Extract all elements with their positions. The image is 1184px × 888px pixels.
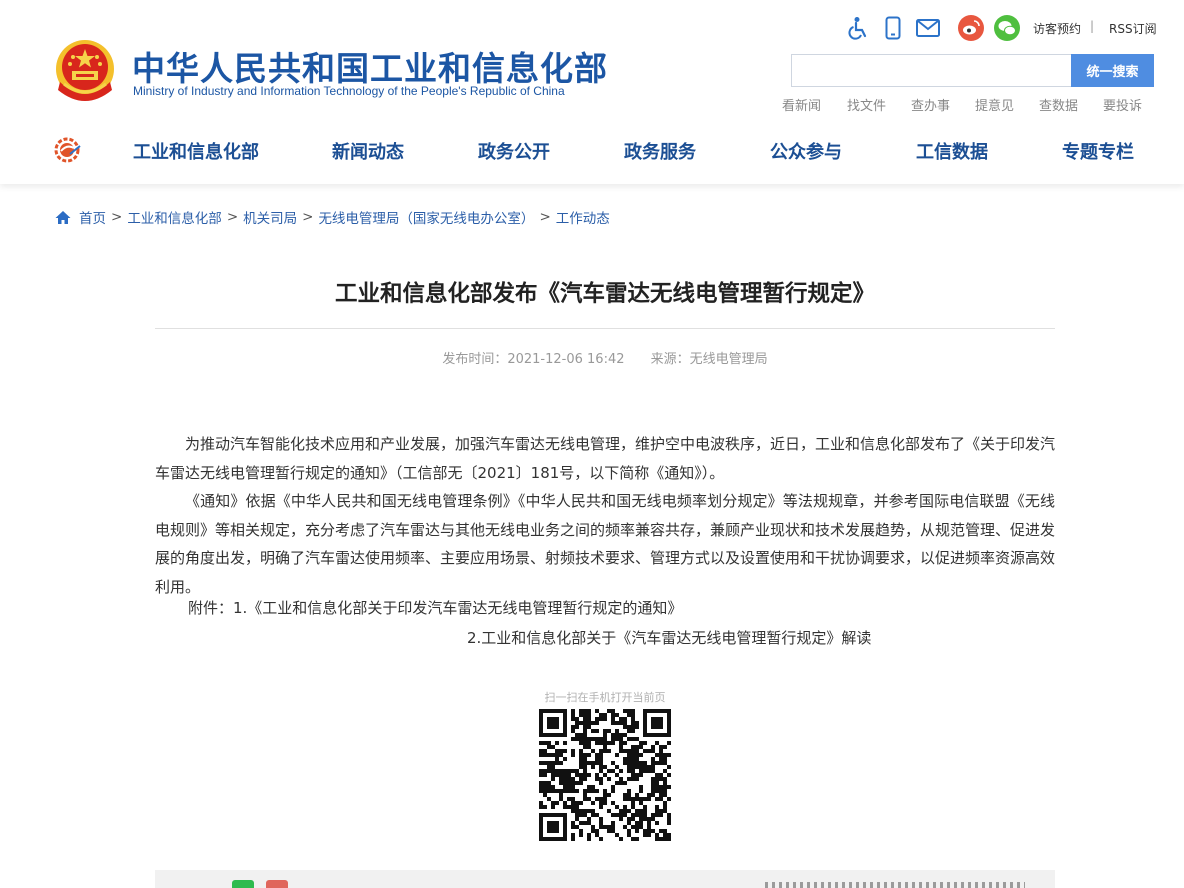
breadcrumb-separator: > xyxy=(302,209,314,225)
article-title: 工业和信息化部发布《汽车雷达无线电管理暂行规定》 xyxy=(334,281,875,307)
quick-link-documents[interactable]: 找文件 xyxy=(847,95,886,114)
mobile-icon[interactable] xyxy=(880,14,906,42)
qr-modules xyxy=(539,709,671,841)
publish-time: 发布时间：2021-12-06 16:42 xyxy=(442,352,625,367)
accessibility-icon[interactable] xyxy=(846,14,872,42)
share-bar-text xyxy=(765,882,1025,888)
nav-government-services[interactable]: 政务服务 xyxy=(624,138,696,164)
breadcrumb-work-updates[interactable]: 工作动态 xyxy=(556,207,610,227)
quick-link-data[interactable]: 查数据 xyxy=(1039,95,1078,114)
nav-ministry[interactable]: 工业和信息化部 xyxy=(133,138,259,164)
home-icon[interactable] xyxy=(55,210,71,225)
article-paragraph: 《通知》依据《中华人民共和国无线电管理条例》《中华人民共和国无线电频率划分规定》… xyxy=(155,492,1056,596)
mail-icon[interactable] xyxy=(915,14,941,42)
share-wechat-icon[interactable] xyxy=(232,880,254,888)
breadcrumb-separator: > xyxy=(111,209,123,225)
site-name-english[interactable]: Ministry of Industry and Information Tec… xyxy=(133,84,565,98)
breadcrumb: 首页 > 工业和信息化部 > 机关司局 > 无线电管理局（国家无线电办公室） >… xyxy=(55,207,610,227)
quick-link-feedback[interactable]: 提意见 xyxy=(975,95,1014,114)
article-body: 为推动汽车智能化技术应用和产业发展，加强汽车雷达无线电管理，维护空中电波秩序，近… xyxy=(155,430,1055,601)
qr-caption: 扫一扫在手机打开当前页 xyxy=(544,691,666,704)
search-button[interactable]: 统一搜索 xyxy=(1071,54,1154,87)
site-header: 中华人民共和国工业和信息化部 Ministry of Industry and … xyxy=(0,0,1184,184)
breadcrumb-ministry[interactable]: 工业和信息化部 xyxy=(127,207,222,227)
search-input[interactable] xyxy=(791,54,1071,87)
breadcrumb-home[interactable]: 首页 xyxy=(79,207,106,227)
nav-government-affairs[interactable]: 政务公开 xyxy=(478,138,550,164)
nav-news[interactable]: 新闻动态 xyxy=(332,138,404,164)
quick-link-complaint[interactable]: 要投诉 xyxy=(1103,95,1142,114)
breadcrumb-departments[interactable]: 机关司局 xyxy=(243,207,297,227)
ministry-logo-icon[interactable] xyxy=(52,136,82,164)
attachment-link-1[interactable]: 附件：1.《工业和信息化部关于印发汽车雷达无线电管理暂行规定的通知》 xyxy=(188,597,682,618)
article-source: 来源：无线电管理局 xyxy=(650,352,768,367)
title-divider xyxy=(155,328,1055,329)
wechat-icon[interactable] xyxy=(994,14,1020,42)
article-meta: 发布时间：2021-12-06 16:42 来源：无线电管理局 xyxy=(155,348,1055,367)
breadcrumb-separator: > xyxy=(539,209,551,225)
breadcrumb-radio-bureau[interactable]: 无线电管理局（国家无线电办公室） xyxy=(318,207,534,227)
share-weibo-icon[interactable] xyxy=(266,880,288,888)
nav-data[interactable]: 工信数据 xyxy=(916,138,988,164)
nav-special-topics[interactable]: 专题专栏 xyxy=(1062,138,1134,164)
breadcrumb-separator: > xyxy=(226,209,239,225)
top-link-separator: | xyxy=(1090,19,1095,33)
quick-link-news[interactable]: 看新闻 xyxy=(782,95,821,114)
quick-link-services[interactable]: 查办事 xyxy=(911,95,950,114)
site-name-chinese[interactable]: 中华人民共和国工业和信息化部 xyxy=(132,42,608,90)
attachment-link-2[interactable]: 2.工业和信息化部关于《汽车雷达无线电管理暂行规定》解读 xyxy=(467,627,871,648)
nav-public-participation[interactable]: 公众参与 xyxy=(770,138,842,164)
national-emblem-icon[interactable] xyxy=(54,38,116,104)
visitor-appointment-link[interactable]: 访客预约 xyxy=(1033,20,1081,37)
rss-subscribe-link[interactable]: RSS订阅 xyxy=(1109,20,1157,37)
article-paragraph: 为推动汽车智能化技术应用和产业发展，加强汽车雷达无线电管理，维护空中电波秩序，近… xyxy=(155,435,1056,482)
qr-code-icon xyxy=(539,709,671,841)
weibo-icon[interactable] xyxy=(958,14,984,42)
